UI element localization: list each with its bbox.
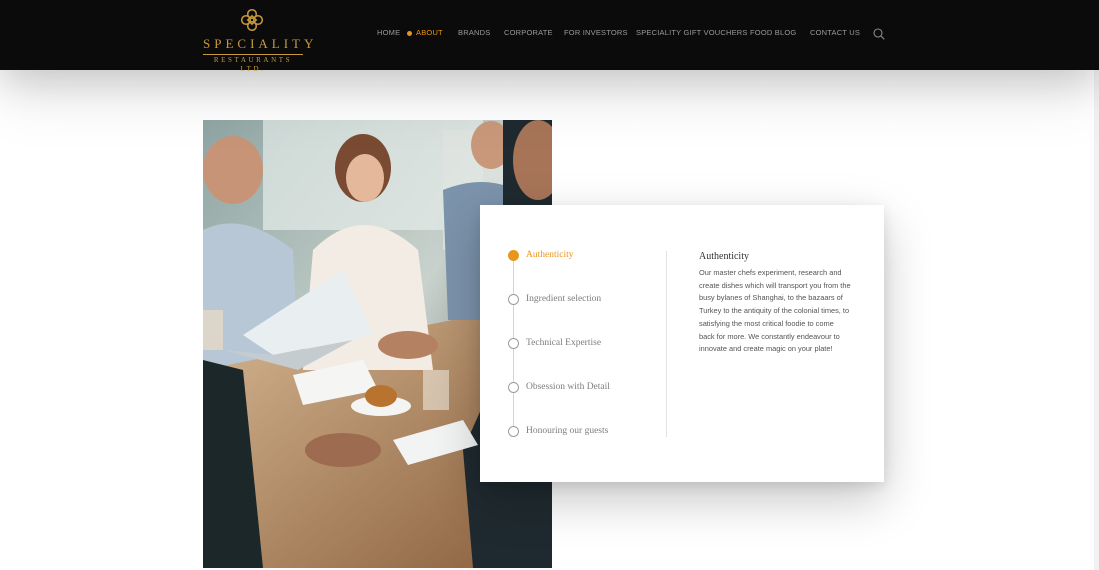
- step-indicator: [508, 294, 519, 305]
- nav-home[interactable]: HOME: [377, 27, 400, 39]
- nav-brands[interactable]: BRANDS: [458, 27, 490, 39]
- step-indicator: [508, 382, 519, 393]
- nav-about[interactable]: ABOUT: [416, 27, 443, 39]
- search-icon[interactable]: [873, 28, 885, 40]
- step-indicator: [508, 426, 519, 437]
- site-header: SPECIALITY RESTAURANTS LTD. HOME ABOUT B…: [0, 0, 1099, 73]
- detail-text: Our master chefs experiment, research an…: [699, 268, 851, 354]
- step-indicator: [508, 338, 519, 349]
- nav-active-dot: [407, 31, 412, 36]
- card-divider: [666, 251, 667, 437]
- values-card: Authenticity Ingredient selection Techni…: [480, 205, 884, 482]
- nav-for-investors[interactable]: FOR INVESTORS: [564, 27, 628, 39]
- brand-name: SPECIALITY: [203, 36, 318, 51]
- step-label: Authenticity: [526, 250, 574, 260]
- step-label: Technical Expertise: [526, 338, 602, 348]
- nav-corporate[interactable]: CORPORATE: [504, 27, 553, 39]
- brand-subtitle: RESTAURANTS LTD.: [203, 54, 303, 74]
- detail-title: Authenticity: [699, 251, 749, 262]
- page-scrollbar[interactable]: [1094, 70, 1099, 570]
- nav-food-blog[interactable]: FOOD BLOG: [750, 27, 796, 39]
- step-label: Obsession with Detail: [526, 382, 610, 392]
- nav-gift-vouchers[interactable]: SPECIALITY GIFT VOUCHERS: [636, 27, 748, 39]
- step-label: Honouring our guests: [526, 426, 609, 436]
- nav-contact-us[interactable]: CONTACT US: [810, 27, 860, 39]
- knot-logo-icon: [240, 8, 264, 32]
- step-label: Ingredient selection: [526, 294, 602, 304]
- brand-logo[interactable]: SPECIALITY RESTAURANTS LTD.: [203, 8, 318, 73]
- step-indicator-active: [508, 250, 519, 261]
